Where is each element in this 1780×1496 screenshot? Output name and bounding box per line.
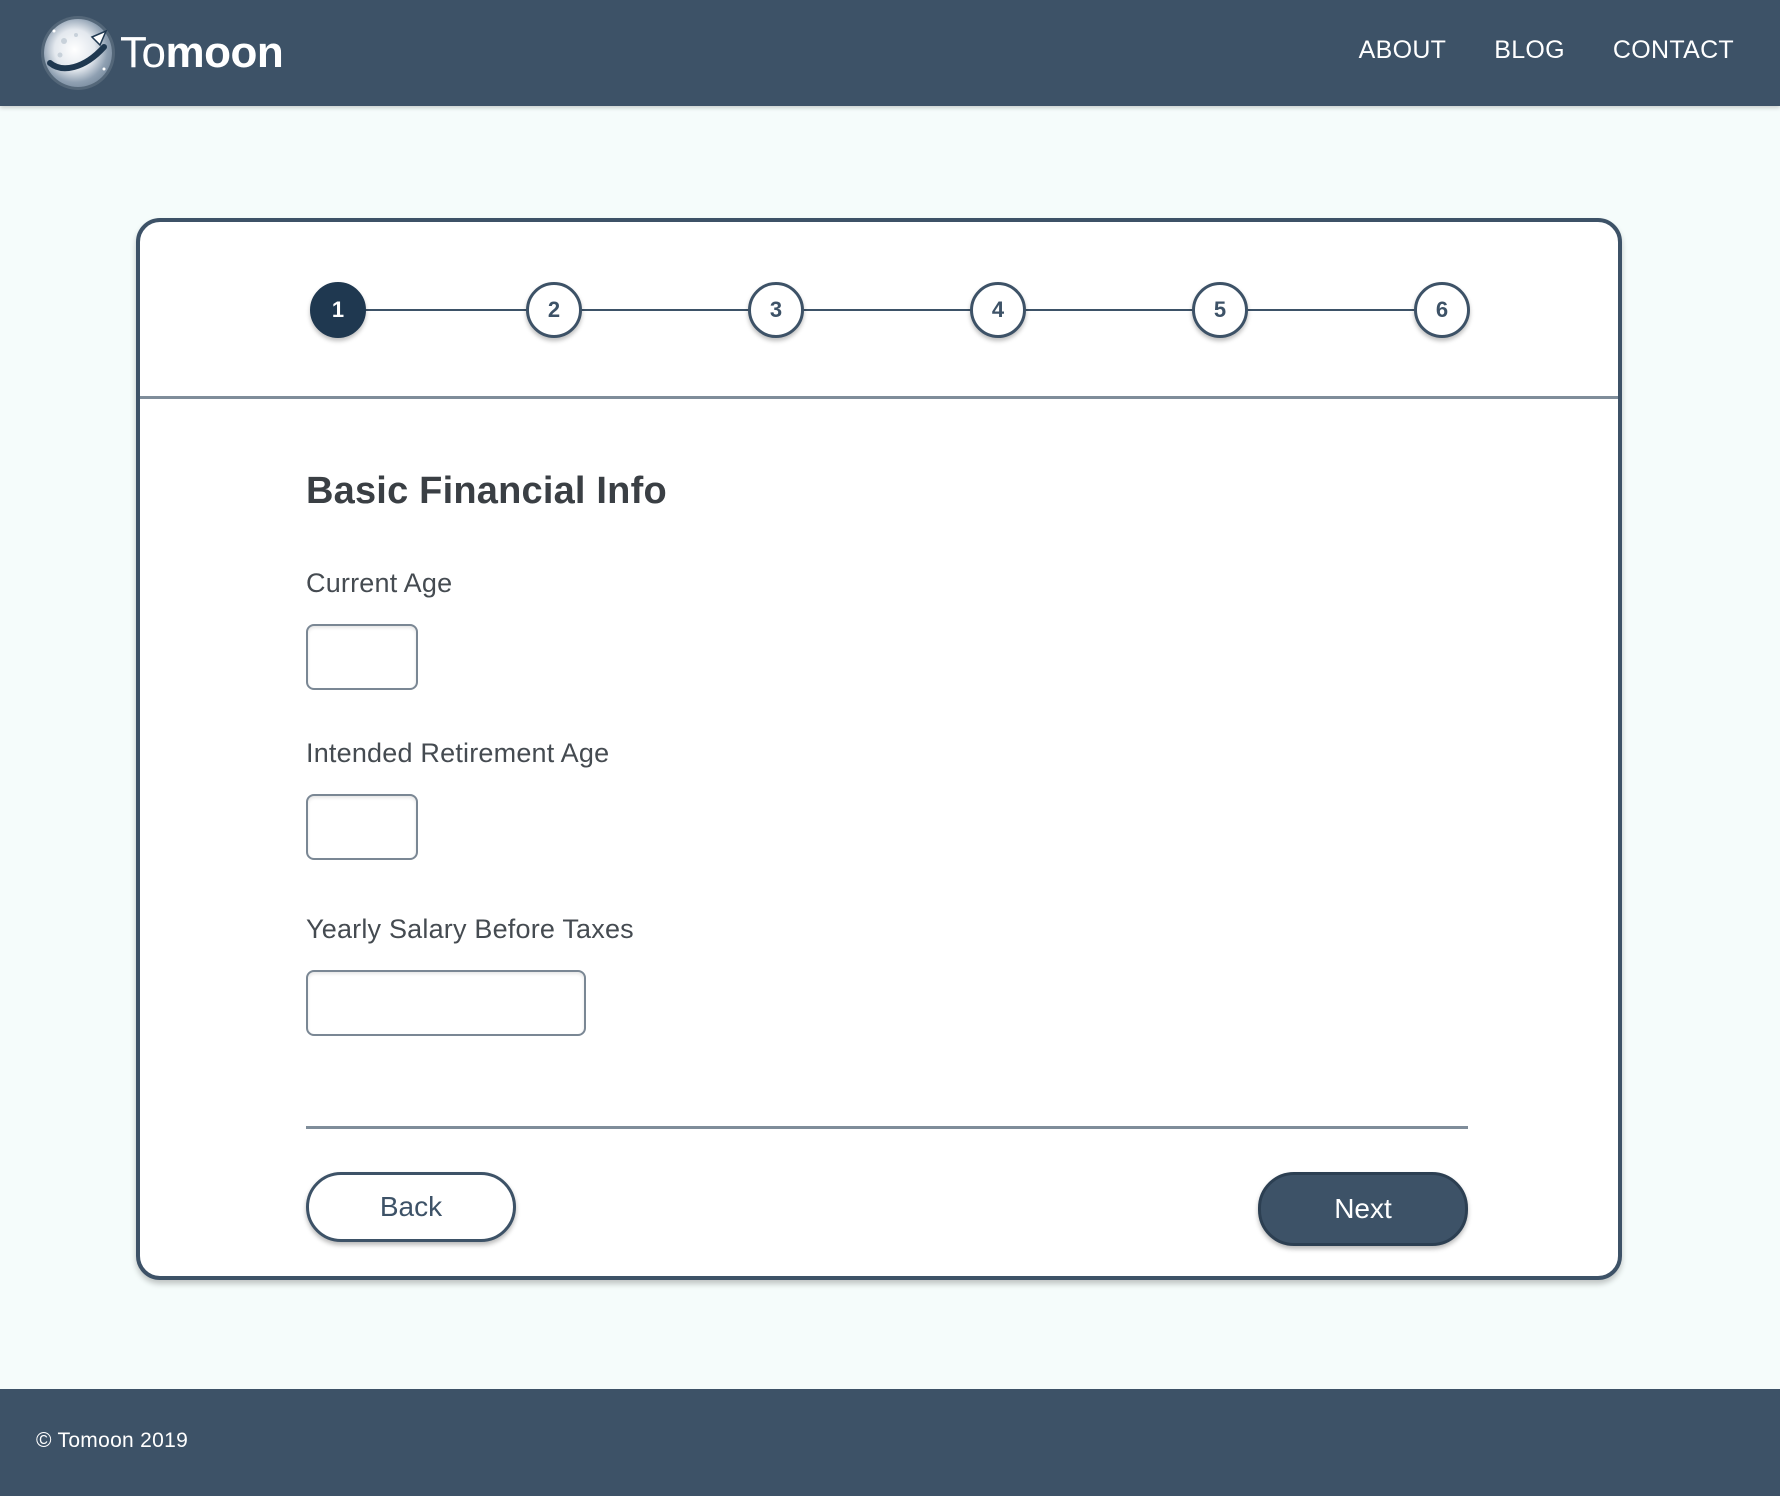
retirement-age-label: Intended Retirement Age	[306, 738, 610, 768]
current-age-input[interactable]	[306, 624, 418, 690]
step-5[interactable]: 5	[1192, 282, 1248, 338]
main-nav: ABOUT BLOG CONTACT	[1359, 0, 1734, 100]
nav-contact-link[interactable]: CONTACT	[1613, 36, 1734, 65]
step-3[interactable]: 3	[748, 282, 804, 338]
step-1[interactable]: 1	[310, 282, 366, 338]
logo-text-moon: moon	[165, 28, 284, 77]
yearly-salary-label: Yearly Salary Before Taxes	[306, 914, 634, 944]
step-progress: 1 2 3 4 5 6	[140, 222, 1618, 399]
form-title: Basic Financial Info	[306, 470, 667, 512]
next-button[interactable]: Next	[1258, 1172, 1468, 1246]
nav-blog-link[interactable]: BLOG	[1494, 36, 1565, 65]
logo-text-to: To	[120, 28, 166, 77]
step-4[interactable]: 4	[970, 282, 1026, 338]
back-button[interactable]: Back	[306, 1172, 516, 1242]
step-connector-line	[333, 309, 1443, 311]
footer: © Tomoon 2019	[0, 1389, 1780, 1496]
form-card: 1 2 3 4 5 6 Basic Financial Info Current…	[136, 218, 1622, 1280]
step-2[interactable]: 2	[526, 282, 582, 338]
top-navbar: Tomoon ABOUT BLOG CONTACT	[0, 0, 1780, 106]
yearly-salary-input[interactable]	[306, 970, 586, 1036]
form-divider	[306, 1126, 1468, 1129]
logo-text: Tomoon	[120, 28, 284, 77]
logo[interactable]: Tomoon	[44, 18, 284, 88]
nav-about-link[interactable]: ABOUT	[1359, 36, 1447, 65]
retirement-age-input[interactable]	[306, 794, 418, 860]
copyright-text: © Tomoon 2019	[36, 1429, 189, 1452]
current-age-label: Current Age	[306, 568, 453, 598]
step-6[interactable]: 6	[1414, 282, 1470, 338]
moon-rocket-logo-icon	[44, 19, 112, 87]
